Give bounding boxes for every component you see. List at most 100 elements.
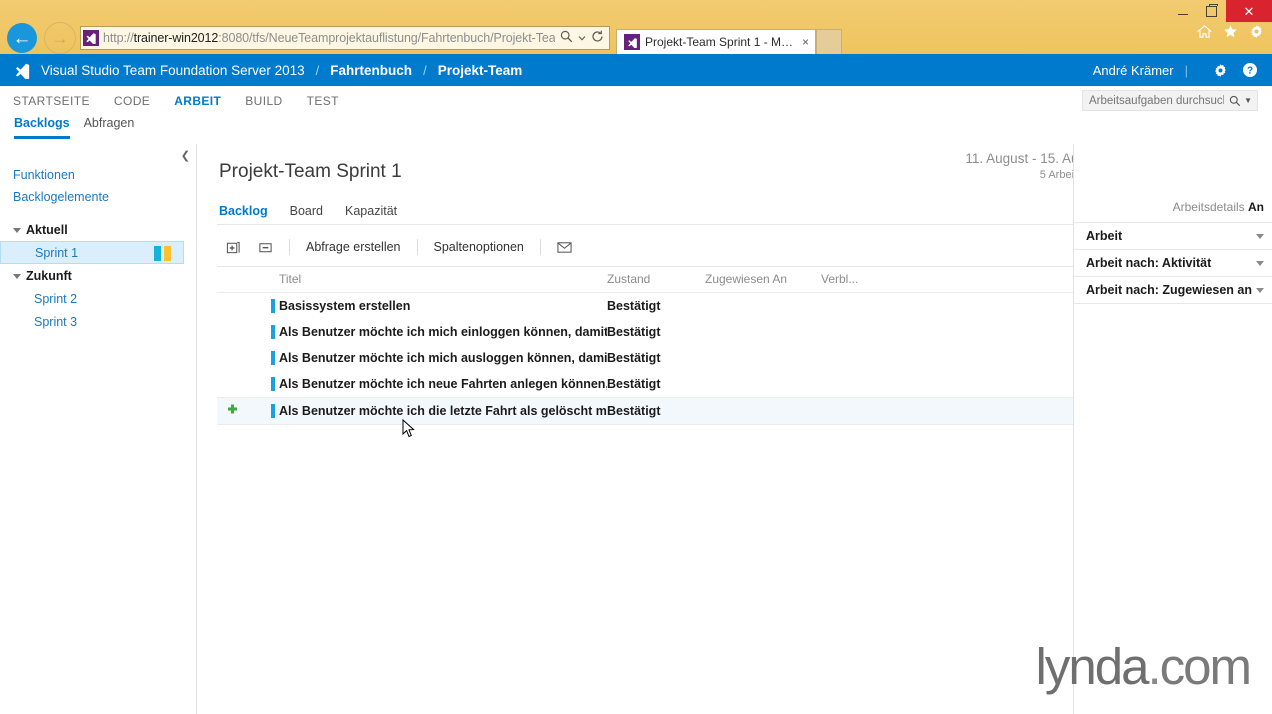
column-header-titel[interactable]: Titel	[217, 272, 607, 286]
secondary-navigation: Backlogs Abfragen	[0, 116, 1272, 145]
close-tab-icon[interactable]: ×	[802, 35, 809, 49]
home-icon[interactable]	[1197, 24, 1212, 39]
toolbar-divider-2	[416, 239, 418, 255]
chevron-down-icon[interactable]	[578, 31, 586, 45]
minimize-button[interactable]	[1168, 0, 1197, 22]
gear-icon[interactable]	[1249, 24, 1264, 39]
work-details-header: Arbeitsdetails An	[1074, 144, 1272, 222]
column-header-verbleibend[interactable]: Verbl...	[821, 272, 901, 286]
chevron-down-icon[interactable]	[1256, 287, 1264, 293]
svg-text:?: ?	[1247, 66, 1253, 77]
details-section-arbeit-nach-zugewiesen-an[interactable]: Arbeit nach: Zugewiesen an	[1074, 276, 1272, 304]
refresh-icon[interactable]	[591, 30, 604, 46]
details-section-arbeit[interactable]: Arbeit	[1074, 222, 1272, 249]
view-tab-kapazitaet[interactable]: Kapazität	[345, 204, 397, 223]
cell-state: Bestätigt	[607, 325, 661, 339]
vs-favicon-icon	[83, 30, 99, 46]
help-icon[interactable]: ?	[1242, 62, 1258, 78]
product-name: Visual Studio Team Foundation Server 201…	[41, 62, 305, 78]
breadcrumb-project[interactable]: Projekt-Team	[438, 63, 523, 78]
chevron-down-icon[interactable]: ▼	[1244, 96, 1257, 105]
details-section-label: Arbeit nach: Aktivität	[1086, 256, 1212, 270]
tab-title: Projekt-Team Sprint 1 - Mic...	[645, 35, 795, 49]
sidebar-group-zukunft[interactable]: Zukunft	[0, 264, 196, 287]
cell-title: Basissystem erstellen	[279, 299, 411, 313]
cell-title: Als Benutzer möchte ich mich ausloggen k…	[279, 351, 607, 365]
toolbar-divider-3	[539, 239, 541, 255]
breadcrumb-collection[interactable]: Fahrtenbuch	[330, 63, 412, 78]
capacity-bar-1	[154, 246, 161, 261]
chevron-left-icon[interactable]: ❮	[181, 149, 190, 162]
sidebar-item-sprint-1[interactable]: Sprint 1	[0, 241, 184, 264]
work-item-type-color	[271, 299, 275, 313]
chevron-down-icon[interactable]	[1256, 260, 1264, 266]
nav-tab-arbeit[interactable]: ARBEIT	[174, 94, 221, 108]
backlog-toolbar: Abfrage erstellen Spaltenoptionen	[217, 228, 1073, 267]
nav-tab-code[interactable]: CODE	[114, 94, 150, 108]
sidebar-item-label: Sprint 2	[34, 291, 78, 306]
back-button[interactable]: ←	[2, 22, 42, 54]
nav-tab-test[interactable]: TEST	[307, 94, 339, 108]
tab-abfragen[interactable]: Abfragen	[84, 116, 135, 136]
work-item-search[interactable]: ▼	[1082, 90, 1258, 111]
tab-backlogs[interactable]: Backlogs	[14, 116, 70, 139]
view-tab-backlog[interactable]: Backlog	[219, 204, 268, 223]
add-work-item-icon[interactable]	[225, 403, 241, 419]
cell-state: Bestätigt	[607, 377, 661, 391]
cell-title: Als Benutzer möchte ich neue Fahrten anl…	[279, 377, 607, 391]
search-icon[interactable]	[560, 30, 573, 46]
table-row[interactable]: Als Benutzer möchte ich mich ausloggen k…	[217, 345, 1073, 371]
tfs-header-right: André Krämer | ?	[1093, 62, 1272, 78]
search-input[interactable]	[1083, 93, 1227, 108]
chevron-down-icon[interactable]	[1256, 233, 1264, 239]
back-arrow-icon: ←	[7, 23, 37, 53]
column-options-button[interactable]: Spaltenoptionen	[426, 240, 532, 254]
work-item-type-color	[271, 325, 275, 339]
cell-state: Bestätigt	[607, 404, 661, 418]
tfs-header-bar: Visual Studio Team Foundation Server 201…	[0, 54, 1272, 86]
gear-icon[interactable]	[1213, 63, 1228, 78]
address-bar[interactable]: http://trainer-win2012:8080/tfs/NeueTeam…	[80, 26, 610, 50]
browser-command-icons	[1197, 24, 1264, 39]
new-tab-button[interactable]	[816, 29, 842, 54]
email-icon[interactable]	[549, 241, 581, 254]
browser-tab[interactable]: Projekt-Team Sprint 1 - Mic... ×	[616, 29, 816, 54]
close-window-button[interactable]: ✕	[1226, 0, 1272, 22]
browser-chrome: ✕ ← → http://trainer-win2012:8080/tfs/Ne…	[0, 0, 1272, 54]
column-header-zugewiesen-an[interactable]: Zugewiesen An	[705, 272, 821, 286]
star-icon[interactable]	[1223, 24, 1238, 39]
table-row[interactable]: Als Benutzer möchte ich mich einloggen k…	[217, 319, 1073, 345]
column-header-zustand[interactable]: Zustand	[607, 272, 705, 286]
forward-button[interactable]: →	[42, 22, 78, 54]
details-section-arbeit-nach-aktivitaet[interactable]: Arbeit nach: Aktivität	[1074, 249, 1272, 276]
cell-state: Bestätigt	[607, 351, 661, 365]
work-details-label: Arbeitsdetails	[1172, 200, 1245, 214]
sidebar-group-aktuell[interactable]: Aktuell	[0, 218, 196, 241]
sidebar-item-sprint-3[interactable]: Sprint 3	[0, 310, 196, 333]
expand-all-icon[interactable]	[217, 240, 249, 255]
cell-title: Als Benutzer möchte ich die letzte Fahrt…	[279, 404, 607, 418]
search-icon[interactable]	[1226, 95, 1244, 107]
sidebar-item-sprint-2[interactable]: Sprint 2	[0, 287, 196, 310]
cell-title: Als Benutzer möchte ich mich einloggen k…	[279, 325, 607, 339]
application-window: ✕ ← → http://trainer-win2012:8080/tfs/Ne…	[0, 0, 1272, 714]
table-row[interactable]: Als Benutzer möchte ich die letzte Fahrt…	[217, 397, 1073, 425]
table-row[interactable]: Basissystem erstellen Bestätigt	[217, 293, 1073, 319]
work-details-toggle[interactable]: An	[1248, 200, 1264, 214]
view-tab-board[interactable]: Board	[290, 204, 323, 223]
collapse-all-icon[interactable]	[249, 240, 281, 255]
watermark-brand: lynda	[1035, 638, 1150, 695]
nav-tab-startseite[interactable]: STARTSEITE	[13, 94, 90, 108]
details-section-label: Arbeit nach: Zugewiesen an	[1086, 283, 1253, 297]
sidebar-item-backlogelemente[interactable]: Backlogelemente	[0, 186, 196, 208]
create-query-button[interactable]: Abfrage erstellen	[298, 240, 409, 254]
sidebar-item-funktionen[interactable]: Funktionen	[0, 164, 196, 186]
breadcrumb-separator: /	[315, 62, 320, 78]
maximize-button[interactable]	[1197, 0, 1226, 22]
nav-tab-build[interactable]: BUILD	[245, 94, 282, 108]
table-row[interactable]: Als Benutzer möchte ich neue Fahrten anl…	[217, 371, 1073, 397]
forward-arrow-icon: →	[44, 22, 76, 54]
vs-favicon-icon	[624, 34, 640, 50]
user-name[interactable]: André Krämer	[1093, 63, 1174, 78]
browser-navigation-row: ← → http://trainer-win2012:8080/tfs/Neue…	[0, 22, 1272, 54]
